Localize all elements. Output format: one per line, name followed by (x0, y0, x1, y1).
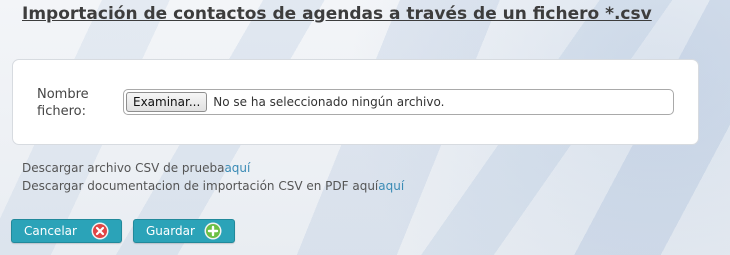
save-button[interactable]: Guardar (133, 219, 235, 243)
no-file-selected-text: No se ha seleccionado ningún archivo. (213, 95, 445, 109)
page-title: Importación de contactos de agendas a tr… (22, 4, 652, 24)
download-links: Descargar archivo CSV de pruebaaquí Desc… (22, 159, 404, 195)
csv-sample-text: Descargar archivo CSV de prueba (22, 161, 225, 175)
pdf-doc-link[interactable]: aquí (378, 179, 404, 193)
save-button-label: Guardar (146, 224, 195, 238)
pdf-doc-line: Descargar documentacion de importación C… (22, 177, 404, 195)
csv-sample-line: Descargar archivo CSV de pruebaaquí (22, 159, 404, 177)
cancel-button-label: Cancelar (24, 224, 77, 238)
pdf-doc-text: Descargar documentacion de importación C… (22, 179, 379, 193)
file-name-label: Nombre fichero: (37, 87, 89, 119)
file-import-panel: Nombre fichero: Examinar... No se ha sel… (12, 59, 699, 145)
browse-button[interactable]: Examinar... (126, 92, 208, 112)
csv-sample-link[interactable]: aquí (224, 161, 250, 175)
cancel-button[interactable]: Cancelar (11, 219, 122, 243)
file-input[interactable]: Examinar... No se ha seleccionado ningún… (123, 89, 674, 115)
plus-icon (204, 222, 222, 240)
cancel-x-icon (91, 222, 109, 240)
